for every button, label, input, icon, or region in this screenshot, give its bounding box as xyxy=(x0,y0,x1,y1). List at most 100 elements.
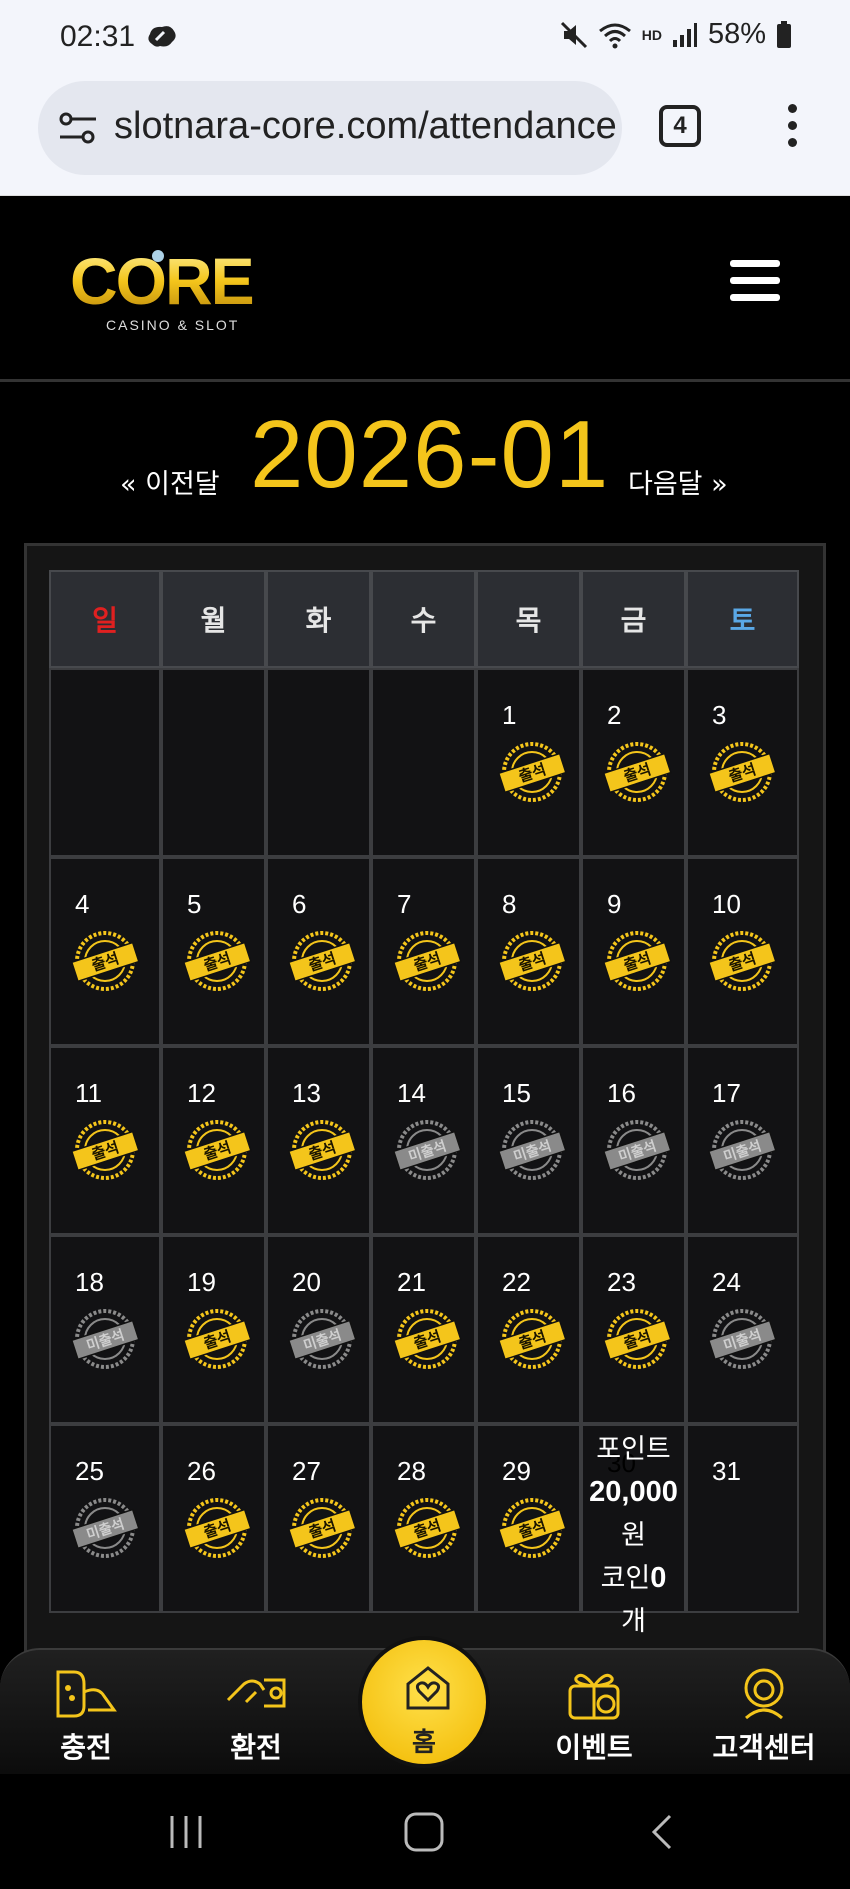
day-number: 2 xyxy=(607,700,622,730)
signal-icon xyxy=(672,22,697,47)
svg-text:출석: 출석 xyxy=(411,1327,443,1353)
calendar-day-cell[interactable]: 4 출석 xyxy=(49,857,161,1046)
attended-stamp-icon: 출석 xyxy=(392,931,462,991)
calendar-day-cell[interactable]: 6 출석 xyxy=(266,857,371,1046)
attended-stamp-icon: 출석 xyxy=(287,931,357,991)
reward-points-unit: 원 xyxy=(621,1520,646,1551)
day-number: 6 xyxy=(292,889,307,919)
battery-icon xyxy=(777,20,791,48)
calendar-day-cell[interactable]: 9 출석 xyxy=(581,857,686,1046)
attended-stamp-icon: 출석 xyxy=(707,931,777,991)
calendar-day-cell[interactable]: 2 출석 xyxy=(581,668,686,857)
calendar-day-cell[interactable]: 25 미출석 xyxy=(49,1424,161,1613)
calendar-day-cell[interactable]: 31 xyxy=(686,1424,799,1613)
attendance-calendar: 일 월 화 수 목 금 토 1 출석 2 출석 3 출석 4 출석 5 출석 6 출석 7 출석 8 출석 9 출… xyxy=(49,570,799,1637)
next-month-link[interactable]: 다음달 » xyxy=(628,462,728,501)
recent-apps-icon[interactable] xyxy=(166,1812,206,1852)
calendar-day-cell[interactable]: 13 출석 xyxy=(266,1046,371,1235)
prev-month-link[interactable]: « 이전달 xyxy=(120,462,220,501)
day-number: 22 xyxy=(502,1267,531,1297)
nav-exchange-label: 환전 xyxy=(230,1731,282,1764)
calendar-day-cell[interactable]: 5 출석 xyxy=(161,857,266,1046)
reward-coin: 코인0 xyxy=(600,1562,667,1594)
attended-stamp-icon: 출석 xyxy=(182,1498,252,1558)
svg-text:출석: 출석 xyxy=(201,1138,233,1164)
calendar-day-cell[interactable]: 28 출석 xyxy=(371,1424,476,1613)
svg-text:출석: 출석 xyxy=(201,1516,233,1542)
attended-stamp-icon: 출석 xyxy=(497,1498,567,1558)
svg-text:출석: 출석 xyxy=(516,1327,548,1353)
svg-text:출석: 출석 xyxy=(516,949,548,975)
attended-stamp-icon: 출석 xyxy=(602,931,672,991)
calendar-day-cell[interactable]: 30 포인트 20,000 원 코인0 개 xyxy=(581,1424,686,1637)
nav-charge[interactable]: 충전 xyxy=(26,1666,146,1766)
calendar-day-cell[interactable]: 7 출석 xyxy=(371,857,476,1046)
attended-stamp-icon: 출석 xyxy=(497,1309,567,1369)
calendar-day-cell[interactable]: 14 미출석 xyxy=(371,1046,476,1235)
url-text[interactable]: slotnara-core.com/attendance xyxy=(114,105,617,148)
status-icons: HD 58% xyxy=(560,18,792,51)
gift-icon xyxy=(568,1673,620,1720)
tab-switcher-button[interactable]: 4 xyxy=(659,105,701,147)
svg-text:출석: 출석 xyxy=(726,949,758,975)
missed-stamp-icon: 미출석 xyxy=(602,1120,672,1180)
missed-stamp-icon: 미출석 xyxy=(70,1309,140,1369)
svg-text:CORE: CORE xyxy=(70,244,253,318)
weekday-monday: 월 xyxy=(161,570,266,668)
calendar-day-cell[interactable]: 24 미출석 xyxy=(686,1235,799,1424)
core-logo[interactable]: CORE CASINO & SLOT xyxy=(70,244,290,334)
address-bar[interactable]: slotnara-core.com/attendance xyxy=(38,81,622,175)
nav-exchange[interactable]: 환전 xyxy=(196,1666,316,1766)
calendar-day-cell[interactable]: 17 미출석 xyxy=(686,1046,799,1235)
calendar-day-cell[interactable]: 23 출석 xyxy=(581,1235,686,1424)
calendar-day-cell[interactable]: 27 출석 xyxy=(266,1424,371,1613)
calendar-day-cell[interactable]: 8 출석 xyxy=(476,857,581,1046)
nav-event[interactable]: 이벤트 xyxy=(534,1666,654,1766)
attended-stamp-icon: 출석 xyxy=(287,1120,357,1180)
back-icon[interactable] xyxy=(648,1812,678,1852)
day-number: 20 xyxy=(292,1267,321,1297)
attended-stamp-icon: 출석 xyxy=(182,1120,252,1180)
nav-support[interactable]: 고객센터 xyxy=(704,1666,824,1766)
attended-stamp-icon: 출석 xyxy=(602,742,672,802)
day-number: 3 xyxy=(712,700,727,730)
calendar-day-cell[interactable]: 16 미출석 xyxy=(581,1046,686,1235)
day-number: 26 xyxy=(187,1456,216,1486)
calendar-day-cell[interactable]: 26 출석 xyxy=(161,1424,266,1613)
hamburger-menu-icon[interactable] xyxy=(730,260,780,304)
nav-charge-label: 충전 xyxy=(60,1731,112,1764)
calendar-day-cell[interactable]: 3 출석 xyxy=(686,668,799,857)
nav-support-label: 고객센터 xyxy=(712,1731,816,1764)
weekday-wednesday: 수 xyxy=(371,570,476,668)
system-navigation-bar xyxy=(0,1774,850,1889)
calendar-day-cell[interactable]: 22 출석 xyxy=(476,1235,581,1424)
attended-stamp-icon: 출석 xyxy=(70,931,140,991)
day-number: 17 xyxy=(712,1078,741,1108)
calendar-day-cell[interactable]: 10 출석 xyxy=(686,857,799,1046)
calendar-day-cell[interactable]: 29 출석 xyxy=(476,1424,581,1613)
calendar-day-cell[interactable]: 19 출석 xyxy=(161,1235,266,1424)
browser-menu-icon[interactable] xyxy=(782,104,802,152)
day-number: 21 xyxy=(397,1267,426,1297)
site-settings-icon[interactable] xyxy=(58,111,98,145)
day-number: 15 xyxy=(502,1078,531,1108)
calendar-day-cell[interactable]: 21 출석 xyxy=(371,1235,476,1424)
calendar-day-cell xyxy=(266,668,371,857)
calendar-day-cell[interactable]: 11 출석 xyxy=(49,1046,161,1235)
calendar-day-cell[interactable]: 20 미출석 xyxy=(266,1235,371,1424)
day-number: 31 xyxy=(712,1456,741,1486)
day-number: 12 xyxy=(187,1078,216,1108)
nav-home-button[interactable]: 홈 xyxy=(358,1636,490,1768)
attended-stamp-icon: 출석 xyxy=(182,931,252,991)
svg-text:출석: 출석 xyxy=(201,949,233,975)
calendar-day-cell xyxy=(371,668,476,857)
attended-stamp-icon: 출석 xyxy=(497,742,567,802)
calendar-day-cell[interactable]: 15 미출석 xyxy=(476,1046,581,1235)
calendar-day-cell[interactable]: 1 출석 xyxy=(476,668,581,857)
day-number: 10 xyxy=(712,889,741,919)
calendar-day-cell[interactable]: 12 출석 xyxy=(161,1046,266,1235)
svg-text:출석: 출석 xyxy=(201,1327,233,1353)
calendar-day-cell[interactable]: 18 미출석 xyxy=(49,1235,161,1424)
home-system-icon[interactable] xyxy=(402,1810,446,1854)
weekday-thursday: 목 xyxy=(476,570,581,668)
